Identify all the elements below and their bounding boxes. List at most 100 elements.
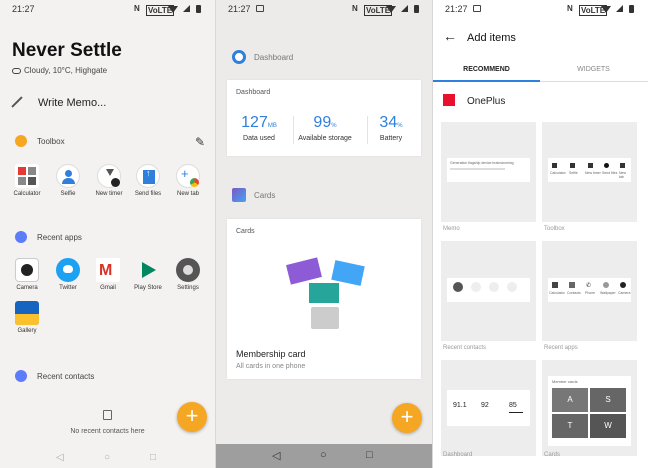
tab-widgets[interactable]: WIDGETS	[540, 66, 647, 73]
dashboard-preview: 91.1 92 85	[447, 390, 530, 426]
app-twitter[interactable]: Twitter	[50, 258, 86, 291]
status-bar: 21:27 N VoLTE	[0, 0, 215, 18]
app-calculator[interactable]: Calculator	[9, 164, 45, 197]
add-fab[interactable]: +	[177, 402, 207, 432]
stat-storage: 99% Available storage	[293, 114, 357, 142]
widget-dashboard[interactable]: 91.1 92 85 Dashboard	[441, 360, 536, 458]
mini-label: New tab	[619, 171, 627, 179]
app-camera[interactable]: Camera	[9, 258, 45, 291]
widget-toolbox[interactable]: Calculator Selfie New timer Send files N…	[542, 122, 637, 232]
grid-icon	[15, 231, 27, 243]
contacts-preview	[447, 278, 530, 302]
app-selfie[interactable]: Selfie	[50, 164, 86, 197]
mini-card-a: A	[552, 388, 588, 412]
toolbox-header: Toolbox ✎	[0, 132, 215, 152]
mini-label: Selfie	[569, 171, 578, 175]
status-time: 21:27	[12, 4, 35, 14]
membership-title: Membership card	[236, 349, 306, 359]
teal-card-icon	[309, 283, 339, 303]
membership-subtitle: All cards in one phone	[236, 363, 306, 370]
widget-label: Dashboard	[443, 452, 473, 458]
add-fab[interactable]: +	[392, 403, 422, 433]
new-tab-icon: +	[176, 164, 200, 188]
recents-nav-icon[interactable]: □	[366, 449, 373, 461]
nfc-icon: N	[567, 4, 573, 13]
selfie-icon	[56, 164, 80, 188]
write-memo-button[interactable]: Write Memo...	[0, 88, 215, 116]
home-nav-icon[interactable]: ○	[104, 452, 110, 463]
recents-nav-icon[interactable]: □	[150, 452, 156, 463]
app-gallery[interactable]: Gallery	[9, 301, 45, 334]
mini-phone-icon: ✆	[586, 283, 592, 289]
cards-header: Cards	[216, 184, 432, 208]
app-new-tab[interactable]: + New tab	[170, 164, 206, 197]
mini-avatar-empty	[471, 282, 481, 292]
signal-icon	[616, 5, 623, 12]
app-label: Play Store	[134, 285, 162, 291]
back-nav-icon[interactable]: ◁	[272, 449, 280, 462]
status-time: 21:27	[445, 4, 468, 14]
stat-battery: 34% Battery	[361, 114, 421, 142]
mini-label: Calculator	[550, 171, 566, 175]
back-nav-icon[interactable]: ◁	[56, 452, 64, 463]
mini-new-tab-icon	[620, 163, 625, 168]
image-notification-icon	[473, 5, 481, 12]
weather-info[interactable]: Cloudy, 10°C, Highgate	[12, 66, 107, 75]
dashboard-card[interactable]: Dashboard 127MB Data used 99% Available …	[227, 80, 421, 156]
battery-icon	[196, 5, 201, 13]
widget-cards[interactable]: Member cards A S T W Cards	[542, 360, 637, 458]
app-label: Calculator	[13, 191, 41, 197]
stat-caption: Battery	[379, 135, 403, 142]
home-nav-icon[interactable]: ○	[320, 449, 327, 461]
mini-stat: 92	[481, 402, 489, 409]
mini-timer-icon	[588, 163, 593, 168]
purple-card-icon	[286, 257, 322, 285]
edit-icon[interactable]: ✎	[195, 135, 205, 149]
widget-recent-apps[interactable]: Calculator Contacts ✆ Phone Wallpaper Ca…	[542, 241, 637, 351]
app-label: Gmail	[100, 285, 116, 291]
app-gmail[interactable]: M Gmail	[90, 258, 126, 291]
app-play-store[interactable]: Play Store	[130, 258, 166, 291]
gear-icon	[176, 258, 200, 282]
mini-label: Send files	[602, 171, 618, 175]
brand-label: OnePlus	[467, 96, 506, 107]
tab-bar: RECOMMEND WIDGETS	[433, 60, 648, 82]
mini-label: Calculator	[549, 291, 565, 295]
widget-memo[interactable]: Generation flagship device brainstorming…	[441, 122, 536, 232]
toolbox-preview: Calculator Selfie New timer Send files N…	[548, 158, 631, 182]
recent-contacts-label: Recent contacts	[37, 372, 95, 381]
contacts-icon	[15, 370, 27, 382]
membership-card[interactable]: Cards Membership card All cards in one p…	[227, 219, 421, 379]
tab-recommend[interactable]: RECOMMEND	[433, 66, 540, 73]
mini-stat: 85	[509, 402, 517, 409]
pencil-icon	[11, 96, 23, 108]
card-title: Cards	[236, 228, 255, 235]
twitter-icon	[56, 258, 80, 282]
app-label: Settings	[177, 285, 199, 291]
widget-label: Memo	[443, 226, 460, 232]
widget-label: Recent apps	[544, 345, 578, 351]
add-items-panel: 21:27 N VoLTE ← Add items RECOMMEND WIDG…	[433, 0, 648, 468]
app-settings[interactable]: Settings	[170, 258, 206, 291]
mini-avatar-icon	[453, 282, 463, 292]
apps-preview: Calculator Contacts ✆ Phone Wallpaper Ca…	[548, 278, 631, 302]
stat-unit: %	[397, 123, 403, 129]
wifi-icon	[168, 6, 178, 13]
mini-avatar-empty	[489, 282, 499, 292]
dashboard-panel: 21:27 N VoLTE Dashboard Dashboard 127MB …	[216, 0, 432, 468]
nav-bar: ◁ ○ □	[0, 446, 215, 468]
mini-label: New timer	[585, 171, 601, 175]
mini-card-t: T	[552, 414, 588, 438]
status-bar: 21:27 N VoLTE	[216, 0, 432, 18]
app-send-files[interactable]: ↑ Send files	[130, 164, 166, 197]
wifi-icon	[386, 6, 396, 13]
mini-calculator-icon	[552, 282, 558, 288]
widget-label: Recent contacts	[443, 345, 487, 351]
widget-recent-contacts[interactable]: Recent contacts	[441, 241, 536, 351]
back-arrow-icon[interactable]: ←	[443, 28, 457, 44]
cards-label: Cards	[254, 191, 276, 200]
stat-data-used: 127MB Data used	[227, 114, 291, 142]
app-new-timer[interactable]: New timer	[91, 164, 127, 197]
dashboard-label: Dashboard	[254, 53, 294, 62]
recent-apps-label: Recent apps	[37, 233, 82, 242]
